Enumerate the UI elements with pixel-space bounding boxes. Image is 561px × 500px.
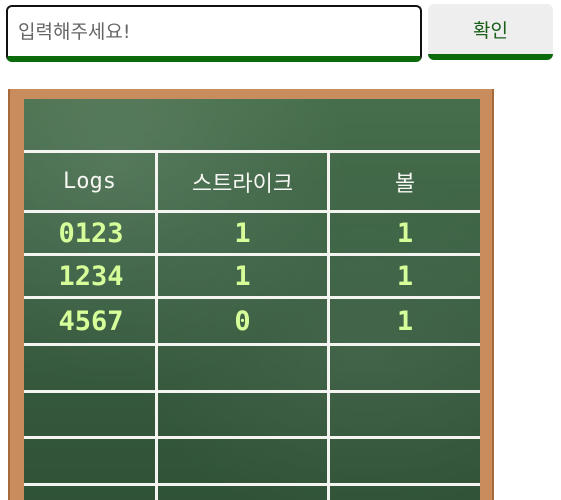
strike-cell: 0 [234,305,251,337]
header-ball: 볼 [394,171,416,197]
log-cell: 4567 [58,305,124,337]
guess-input[interactable] [6,5,422,62]
chalkboard-frame: Logs 스트라이크 볼 0123 1 1 1234 1 1 4567 0 1 [8,89,494,500]
ball-cell: 1 [396,260,414,292]
strike-cell: 1 [234,260,251,292]
header-strike: 스트라이크 [191,171,294,197]
grid-line [24,343,480,346]
chalkboard: Logs 스트라이크 볼 0123 1 1 1234 1 1 4567 0 1 [24,99,480,500]
ball-cell: 1 [396,217,414,249]
ball-cell: 1 [396,305,414,337]
strike-cell: 1 [234,217,251,249]
log-cell: 0123 [58,217,124,249]
grid-line [24,483,480,486]
game-screen: 확인 Logs 스트라이크 볼 0123 1 1 1234 1 1 [0,0,561,500]
log-cell: 1234 [58,260,124,292]
header-logs: Logs [63,169,116,194]
grid-line [24,390,480,393]
confirm-button[interactable]: 확인 [428,4,553,60]
grid-line [24,436,480,439]
